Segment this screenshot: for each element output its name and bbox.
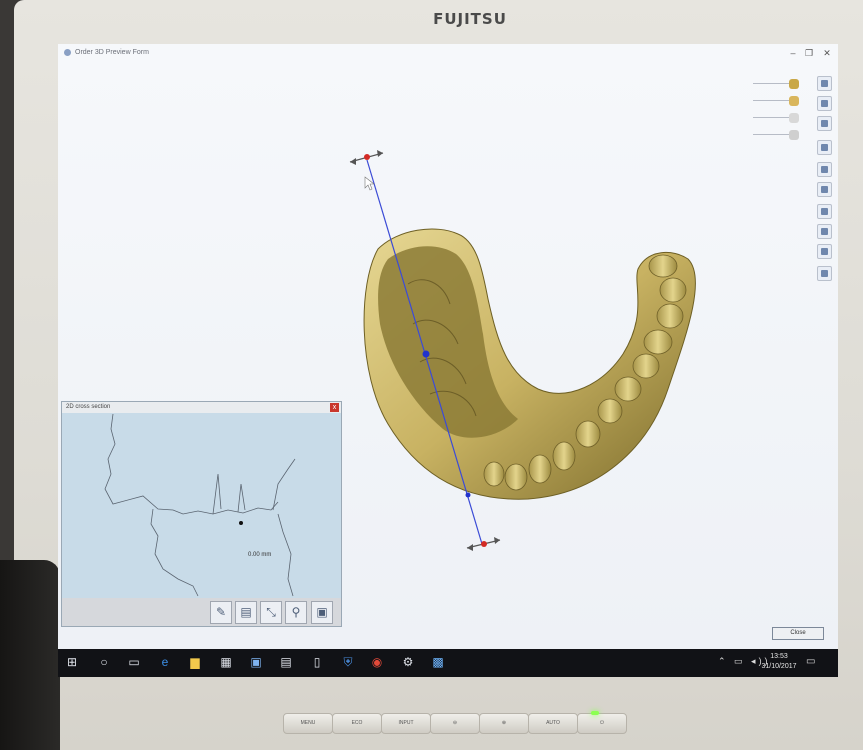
search-icon[interactable]: ○ xyxy=(96,654,112,670)
bottom-axis-handle[interactable] xyxy=(466,537,501,551)
camera-icon[interactable] xyxy=(817,266,832,281)
screen: Order 3D Preview Form – ❐ ✕ 2D cross sec… xyxy=(58,44,838,677)
delete-marker-icon[interactable]: ✎ xyxy=(210,601,232,624)
measure-icon[interactable] xyxy=(817,204,832,219)
power-led xyxy=(591,711,599,715)
clock-time: 13:53 xyxy=(770,653,788,660)
section-profile-2 xyxy=(150,508,199,597)
view-left-icon[interactable] xyxy=(817,116,832,131)
magnifier-icon[interactable]: ⚲ xyxy=(285,601,307,624)
monitor-minus-button[interactable]: ⊖ xyxy=(430,713,480,734)
visibility-slider-3[interactable] xyxy=(753,113,801,123)
visibility-slider-1[interactable] xyxy=(753,79,801,89)
monitor-plus-button[interactable]: ⊕ xyxy=(479,713,529,734)
file-explorer-icon[interactable]: ▆ xyxy=(187,654,203,670)
visibility-slider-4[interactable] xyxy=(753,130,801,140)
chrome-icon[interactable]: ◉ xyxy=(369,654,385,670)
store-icon[interactable]: ▦ xyxy=(218,654,234,670)
cross-section-panel: 2D cross section x 0.00 mm ✎ ▤ ⤡ ⚲ ▣ xyxy=(61,401,342,627)
axis-lower-point[interactable] xyxy=(465,492,471,498)
monitor-power-button[interactable]: ⏻ xyxy=(577,713,627,734)
app-icon[interactable]: ▤ xyxy=(278,654,294,670)
app-icon[interactable]: ⚙ xyxy=(400,654,416,670)
cross-section-close-button[interactable]: x xyxy=(330,403,339,412)
view-front-icon[interactable] xyxy=(817,76,832,91)
foreground-object xyxy=(0,560,60,750)
measurement-label: 0.00 mm xyxy=(248,552,272,558)
monitor-eco-button[interactable]: ECO xyxy=(332,713,382,734)
axis-center-point[interactable] xyxy=(422,350,430,358)
measure-point[interactable] xyxy=(239,521,243,525)
taskbar: ⊞ ○ ▭ e ▆ ▦ ▣ ▤ ▯ ⛨ ◉ ⚙ ▩ ⌃ ▭ ◂)) 13:53 … xyxy=(58,649,838,677)
clock-date: 31/10/2017 xyxy=(761,663,797,670)
visibility-slider-2[interactable] xyxy=(753,96,801,106)
view-back-icon[interactable] xyxy=(817,96,832,111)
color-wheel-icon[interactable] xyxy=(817,224,832,239)
document-icon[interactable]: ▯ xyxy=(309,654,325,670)
remove-measure-icon[interactable]: ⤡ xyxy=(260,601,282,624)
top-axis-handle[interactable] xyxy=(349,150,384,165)
notification-icon[interactable]: ▭ xyxy=(806,656,815,667)
cross-section-icon[interactable] xyxy=(817,244,832,259)
edge-icon[interactable]: e xyxy=(157,654,173,670)
cross-section-toolbar: ✎ ▤ ⤡ ⚲ ▣ xyxy=(62,598,341,626)
cross-section-title: 2D cross section xyxy=(62,402,341,413)
monitor-auto-button[interactable]: AUTO xyxy=(528,713,578,734)
section-profile-3 xyxy=(212,458,296,597)
windows-start-icon[interactable]: ⊞ xyxy=(64,654,80,670)
cross-section-plot[interactable] xyxy=(63,414,340,598)
view-bottom-icon[interactable] xyxy=(817,182,832,197)
app-icon[interactable]: ▩ xyxy=(430,654,446,670)
close-button[interactable]: Close xyxy=(772,627,824,640)
shield-icon[interactable]: ⛨ xyxy=(340,654,356,670)
monitor-input-button[interactable]: INPUT xyxy=(381,713,431,734)
app-window: Order 3D Preview Form – ❐ ✕ 2D cross sec… xyxy=(58,44,838,649)
section-profile xyxy=(104,414,279,515)
view-right-icon[interactable] xyxy=(817,140,832,155)
taskbar-clock[interactable]: 13:53 31/10/2017 xyxy=(758,652,800,672)
scanner-icon[interactable]: ▤ xyxy=(235,601,257,624)
task-view-icon[interactable]: ▭ xyxy=(126,654,142,670)
monitor-brand: FUJITSU xyxy=(433,10,507,28)
monitor-menu-button[interactable]: MENU xyxy=(283,713,333,734)
model-icon[interactable]: ▣ xyxy=(311,601,333,624)
app-icon[interactable]: ▣ xyxy=(248,654,264,670)
view-top-icon[interactable] xyxy=(817,162,832,177)
